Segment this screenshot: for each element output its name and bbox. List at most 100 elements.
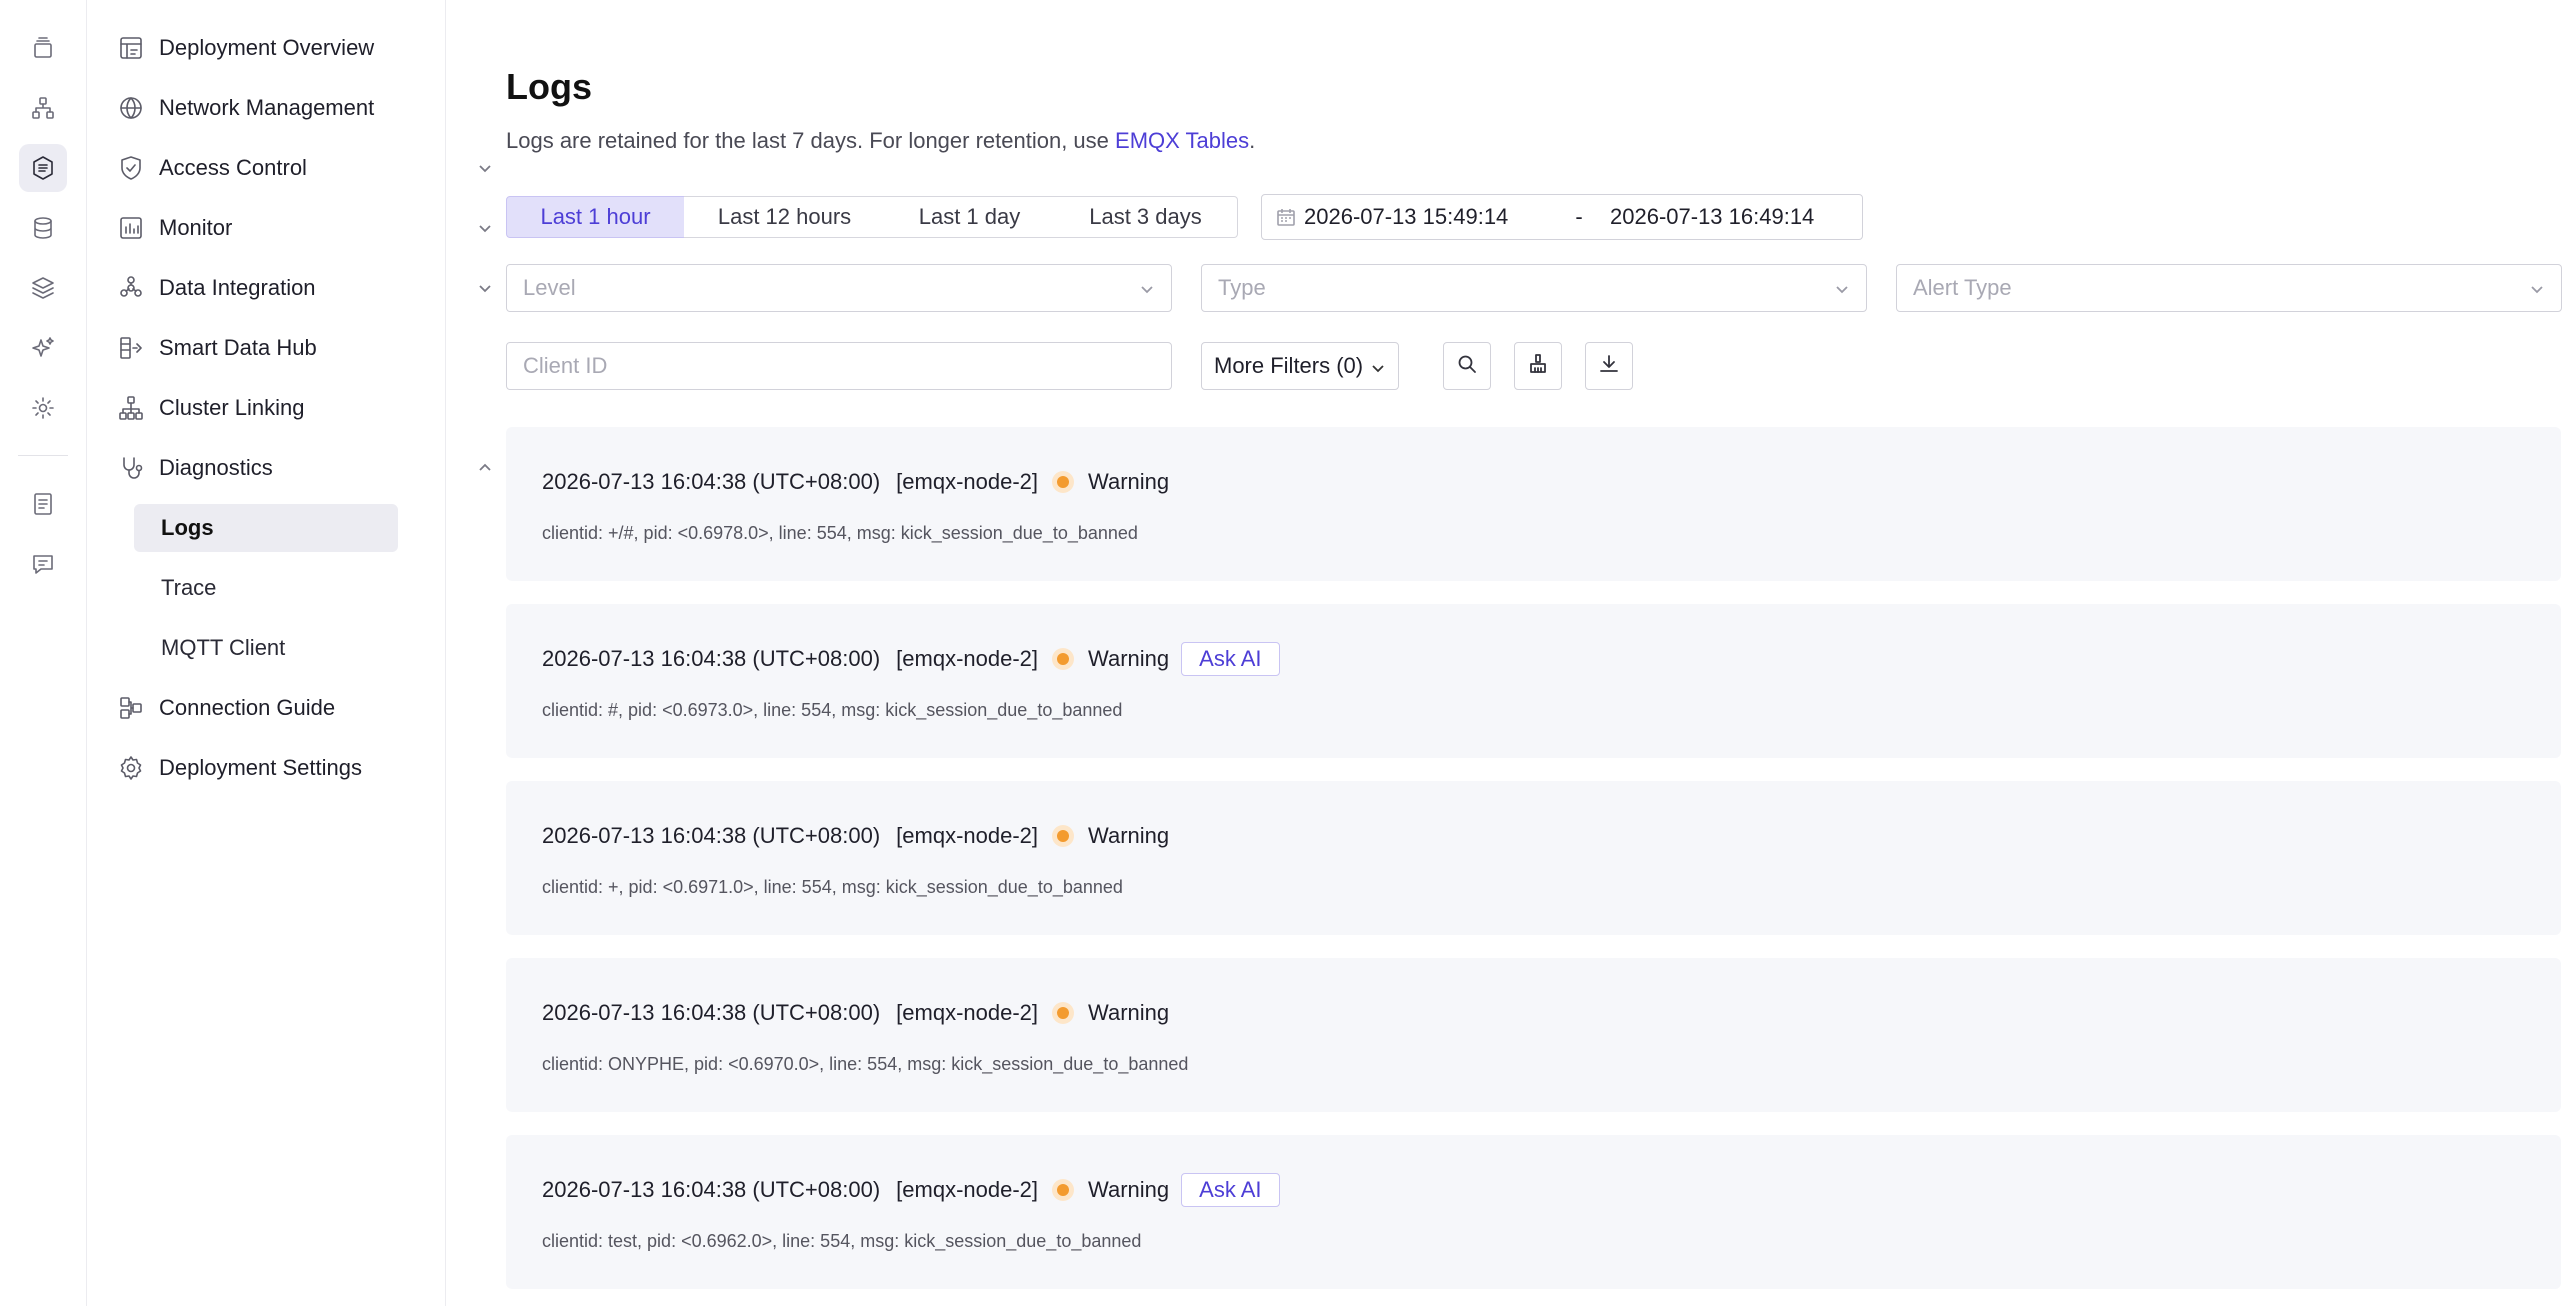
log-level: Warning (1088, 823, 1170, 848)
warning-status-icon (1052, 1002, 1075, 1024)
icon-rail (0, 0, 87, 1306)
gear-icon (117, 754, 145, 782)
sidebar-subitem-label: Trace (161, 575, 217, 600)
ask-ai-button[interactable]: Ask AI (1181, 642, 1280, 676)
log-level: Warning (1088, 1177, 1170, 1202)
ai-sparkle-icon[interactable] (19, 324, 67, 372)
network-topology-icon[interactable] (19, 84, 67, 132)
log-node: [emqx-node-2] (896, 1000, 1039, 1025)
log-header: 2026-07-13 16:04:38 (UTC+08:00) [emqx-no… (542, 642, 1280, 676)
alert-type-select[interactable]: Alert Type (1896, 264, 2562, 312)
sidebar: Deployment Overview Network Management A… (87, 0, 491, 1306)
description-text: Logs are retained for the last 7 days. F… (506, 128, 1116, 153)
date-end[interactable]: 2026-07-13 16:49:14 (1610, 204, 1814, 230)
type-placeholder: Type (1218, 275, 1266, 300)
range-last-12-hours[interactable]: Last 12 hours (684, 196, 886, 238)
log-node: [emqx-node-2] (896, 1177, 1039, 1202)
shield-icon (117, 154, 145, 182)
sidebar-item-label: Monitor (159, 215, 233, 240)
log-level: Warning (1088, 1000, 1170, 1025)
chevron-down-icon (2527, 279, 2547, 299)
warning-status-icon (1052, 471, 1075, 493)
date-range-picker[interactable]: 2026-07-13 15:49:14 - 2026-07-13 16:49:1… (1261, 194, 1863, 240)
level-select[interactable]: Level (506, 264, 1172, 312)
globe-icon (117, 94, 145, 122)
log-timestamp: 2026-07-13 16:04:38 (UTC+08:00) (542, 1000, 881, 1025)
ask-ai-button[interactable]: Ask AI (1181, 1173, 1280, 1207)
emqx-tables-link[interactable]: EMQX Tables (1115, 128, 1249, 153)
range-last-1-day[interactable]: Last 1 day (885, 196, 1055, 238)
download-button[interactable] (1585, 342, 1633, 390)
warning-status-icon (1052, 648, 1075, 670)
date-separator: - (1575, 204, 1583, 229)
database-icon[interactable] (19, 204, 67, 252)
search-icon (1455, 352, 1479, 381)
log-message: clientid: test, pid: <0.6962.0>, line: 5… (542, 1231, 1142, 1251)
warning-status-icon (1052, 825, 1075, 847)
range-last-1-hour[interactable]: Last 1 hour (506, 196, 685, 238)
log-message: clientid: +, pid: <0.6971.0>, line: 554,… (542, 877, 1123, 897)
deployments-icon[interactable] (19, 24, 67, 72)
sidebar-item-label: Data Integration (159, 275, 316, 300)
sidebar-item-label: Connection Guide (159, 695, 336, 720)
log-node: [emqx-node-2] (896, 646, 1039, 671)
range-last-3-days[interactable]: Last 3 days (1054, 196, 1238, 238)
integration-icon (117, 274, 145, 302)
more-filters-label: More Filters (0) (1214, 353, 1364, 378)
rail-divider (18, 455, 68, 456)
log-level: Warning (1088, 646, 1170, 671)
sidebar-subitem-label: Logs (161, 515, 214, 540)
log-header: 2026-07-13 16:04:38 (UTC+08:00) [emqx-no… (542, 996, 1169, 1030)
sidebar-subitem-trace[interactable]: Trace (134, 564, 398, 612)
stethoscope-icon (117, 454, 145, 482)
log-node: [emqx-node-2] (896, 469, 1039, 494)
clear-button[interactable] (1514, 342, 1562, 390)
log-entry: 2026-07-13 16:04:38 (UTC+08:00) [emqx-no… (506, 604, 2561, 758)
level-placeholder: Level (523, 275, 576, 300)
description-end: . (1249, 128, 1256, 153)
chevron-down-icon (1832, 279, 1852, 299)
log-header: 2026-07-13 16:04:38 (UTC+08:00) [emqx-no… (542, 1173, 1280, 1207)
sidebar-subitem-logs[interactable]: Logs (134, 504, 398, 552)
settings-icon[interactable] (19, 384, 67, 432)
sidebar-item-label: Deployment Settings (159, 755, 362, 780)
warning-status-icon (1052, 1179, 1075, 1201)
main-content: Logs Logs are retained for the last 7 da… (446, 0, 2576, 1306)
alert-type-placeholder: Alert Type (1913, 275, 2012, 300)
log-header: 2026-07-13 16:04:38 (UTC+08:00) [emqx-no… (542, 819, 1169, 853)
log-timestamp: 2026-07-13 16:04:38 (UTC+08:00) (542, 823, 881, 848)
sidebar-item-label: Access Control (159, 155, 307, 180)
layers-icon[interactable] (19, 264, 67, 312)
more-filters-button[interactable]: More Filters (0) (1201, 342, 1399, 390)
date-start[interactable]: 2026-07-13 15:49:14 (1304, 204, 1548, 230)
log-message: clientid: ONYPHE, pid: <0.6970.0>, line:… (542, 1054, 1189, 1074)
cluster-icon (117, 394, 145, 422)
log-level: Warning (1088, 469, 1170, 494)
sidebar-item-label: Smart Data Hub (159, 335, 317, 360)
chart-icon (117, 214, 145, 242)
chevron-down-icon (1137, 279, 1157, 299)
log-timestamp: 2026-07-13 16:04:38 (UTC+08:00) (542, 646, 881, 671)
log-node: [emqx-node-2] (896, 823, 1039, 848)
log-timestamp: 2026-07-13 16:04:38 (UTC+08:00) (542, 1177, 881, 1202)
log-entry: 2026-07-13 16:04:38 (UTC+08:00) [emqx-no… (506, 958, 2561, 1112)
chat-icon[interactable] (19, 540, 67, 588)
type-select[interactable]: Type (1201, 264, 1867, 312)
log-message: clientid: #, pid: <0.6973.0>, line: 554,… (542, 700, 1123, 720)
log-message: clientid: +/#, pid: <0.6978.0>, line: 55… (542, 523, 1138, 543)
sidebar-subitem-mqtt-client[interactable]: MQTT Client (134, 624, 398, 672)
search-button[interactable] (1443, 342, 1491, 390)
logs-icon[interactable] (19, 144, 67, 192)
download-icon (1597, 352, 1621, 381)
page-title: Logs (506, 66, 592, 107)
sidebar-subitem-label: MQTT Client (161, 635, 286, 660)
connection-icon (117, 694, 145, 722)
document-icon[interactable] (19, 480, 67, 528)
dashboard-icon (117, 34, 145, 62)
page-description: Logs are retained for the last 7 days. F… (506, 128, 1255, 154)
client-id-input[interactable] (506, 342, 1172, 390)
sidebar-item-label: Cluster Linking (159, 395, 305, 420)
sidebar-item-label: Diagnostics (159, 455, 273, 480)
calendar-icon (1276, 207, 1296, 227)
log-timestamp: 2026-07-13 16:04:38 (UTC+08:00) (542, 469, 881, 494)
